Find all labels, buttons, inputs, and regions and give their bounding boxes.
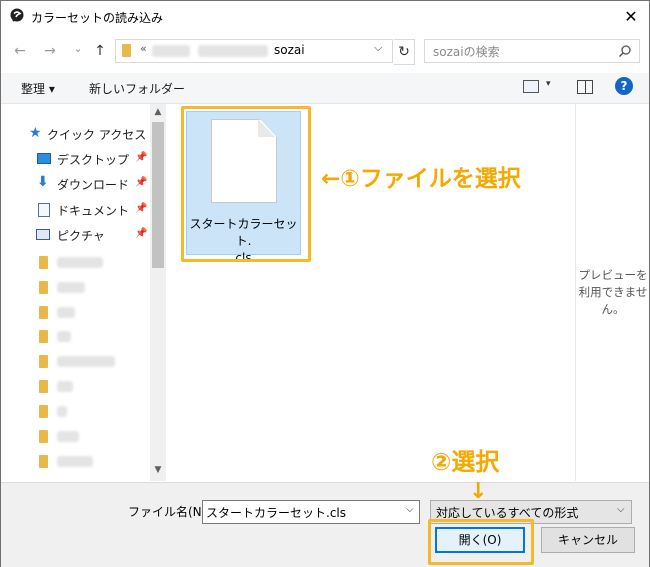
- filename-label: ファイル名(N):: [128, 505, 211, 519]
- refresh-button[interactable]: ↻: [394, 39, 415, 65]
- pin-icon[interactable]: 📌: [135, 228, 147, 239]
- chevron-down-icon[interactable]: ⌵: [406, 504, 414, 515]
- recent-locations-button[interactable]: ⌄: [69, 39, 87, 59]
- organize-menu[interactable]: 整理 ▾: [21, 80, 55, 97]
- annotation-step1: ←①ファイルを選択: [321, 166, 521, 192]
- pin-icon[interactable]: 📌: [135, 203, 147, 214]
- dialog-footer: ファイル名(N): スタートカラーセット.cls ⌵ 対応しているすべての形式 …: [1, 482, 649, 567]
- sidebar-item-documents[interactable]: ドキュメント 📌: [1, 198, 149, 222]
- blurred-folder-name[interactable]: [57, 406, 67, 417]
- sidebar-item-desktop[interactable]: デスクトップ 📌: [1, 147, 149, 171]
- search-placeholder: sozaiの検索: [433, 45, 500, 59]
- folder-icon: [122, 44, 131, 57]
- blurred-path-segment: [198, 45, 268, 57]
- down-arrow-icon: ↓: [469, 479, 488, 504]
- search-input[interactable]: sozaiの検索: [424, 39, 640, 63]
- new-folder-button[interactable]: 新しいフォルダー: [89, 80, 185, 97]
- folder-icon: [39, 430, 48, 443]
- title-bar: カラーセットの読み込み ✕: [1, 1, 649, 33]
- preview-pane-icon[interactable]: [577, 80, 593, 94]
- sidebar-item-pictures[interactable]: ピクチャ 📌: [1, 223, 149, 247]
- scroll-up-arrow[interactable]: ▲: [150, 107, 166, 117]
- folder-icon: [39, 330, 48, 343]
- blurred-folder-name[interactable]: [57, 257, 103, 268]
- sidebar-item-downloads[interactable]: ⬇ ダウンロード 📌: [1, 172, 149, 196]
- back-button[interactable]: ←: [11, 41, 29, 61]
- highlight-frame-open: [428, 519, 534, 565]
- window-title: カラーセットの読み込み: [31, 11, 164, 25]
- folder-icon: [39, 281, 48, 294]
- view-dropdown[interactable]: ▾: [546, 79, 551, 89]
- scrollbar-thumb[interactable]: [152, 122, 164, 268]
- folder-icon: [39, 380, 48, 393]
- blurred-folder-name[interactable]: [57, 431, 79, 442]
- preview-pane-message: プレビューを利用できません。: [578, 268, 648, 316]
- filename-input[interactable]: スタートカラーセット.cls ⌵: [202, 500, 420, 524]
- address-overflow[interactable]: «: [140, 42, 147, 55]
- desktop-icon: [37, 153, 51, 164]
- folder-icon: [39, 306, 48, 319]
- blurred-folder-name[interactable]: [57, 307, 75, 318]
- picture-icon: [36, 229, 50, 240]
- blurred-folder-name[interactable]: [57, 381, 73, 392]
- folder-icon: [39, 455, 48, 468]
- sidebar-scrollbar[interactable]: ▲ ▼: [150, 104, 166, 481]
- folder-icon: [39, 256, 48, 269]
- highlight-frame-file: [181, 106, 311, 262]
- address-bar[interactable]: « sozai ⌵: [115, 39, 393, 63]
- sidebar-item-quick-access[interactable]: ★ クイック アクセス: [1, 122, 149, 146]
- blurred-path-segment: [152, 45, 190, 57]
- navigation-pane: ★ クイック アクセス デスクトップ 📌 ⬇ ダウンロード 📌 ドキュメント 📌…: [1, 104, 166, 481]
- cancel-button[interactable]: キャンセル: [541, 527, 635, 553]
- sidebar-item-label: ドキュメント: [57, 204, 130, 218]
- sidebar-item-label: ダウンロード: [57, 178, 130, 192]
- address-current-folder[interactable]: sozai: [274, 43, 305, 57]
- download-icon: ⬇: [37, 174, 49, 190]
- blurred-folder-name[interactable]: [57, 282, 85, 293]
- file-open-dialog: カラーセットの読み込み ✕ ← → ⌄ ↑ « sozai ⌵ ↻ sozaiの…: [0, 0, 650, 567]
- blurred-folder-name[interactable]: [57, 356, 115, 367]
- scroll-down-arrow[interactable]: ▼: [150, 465, 166, 475]
- folder-icon: [39, 405, 48, 418]
- blurred-folder-name[interactable]: [57, 456, 93, 467]
- view-icon[interactable]: [523, 80, 539, 93]
- close-button[interactable]: ✕: [613, 1, 649, 33]
- sidebar-item-label: クイック アクセス: [47, 128, 147, 142]
- pin-icon[interactable]: 📌: [135, 177, 147, 188]
- sidebar-item-label: デスクトップ: [57, 153, 130, 167]
- blurred-folder-name[interactable]: [57, 331, 71, 342]
- filename-value: スタートカラーセット.cls: [206, 506, 346, 520]
- toolbar: 整理 ▾ 新しいフォルダー ▾ ?: [1, 73, 649, 104]
- search-icon: [618, 45, 631, 58]
- forward-button[interactable]: →: [41, 41, 59, 61]
- annotation-step2: ②選択: [431, 448, 500, 476]
- chevron-down-icon[interactable]: ⌵: [617, 504, 625, 515]
- up-button[interactable]: ↑: [91, 41, 109, 61]
- sidebar-item-label: ピクチャ: [57, 229, 105, 243]
- app-icon: [10, 8, 24, 22]
- help-button[interactable]: ?: [615, 77, 633, 95]
- document-icon: [38, 203, 50, 217]
- star-icon: ★: [29, 125, 42, 141]
- folder-icon: [39, 355, 48, 368]
- chevron-down-icon[interactable]: ⌵: [374, 41, 382, 55]
- pin-icon[interactable]: 📌: [135, 152, 147, 163]
- preview-divider: [575, 104, 576, 481]
